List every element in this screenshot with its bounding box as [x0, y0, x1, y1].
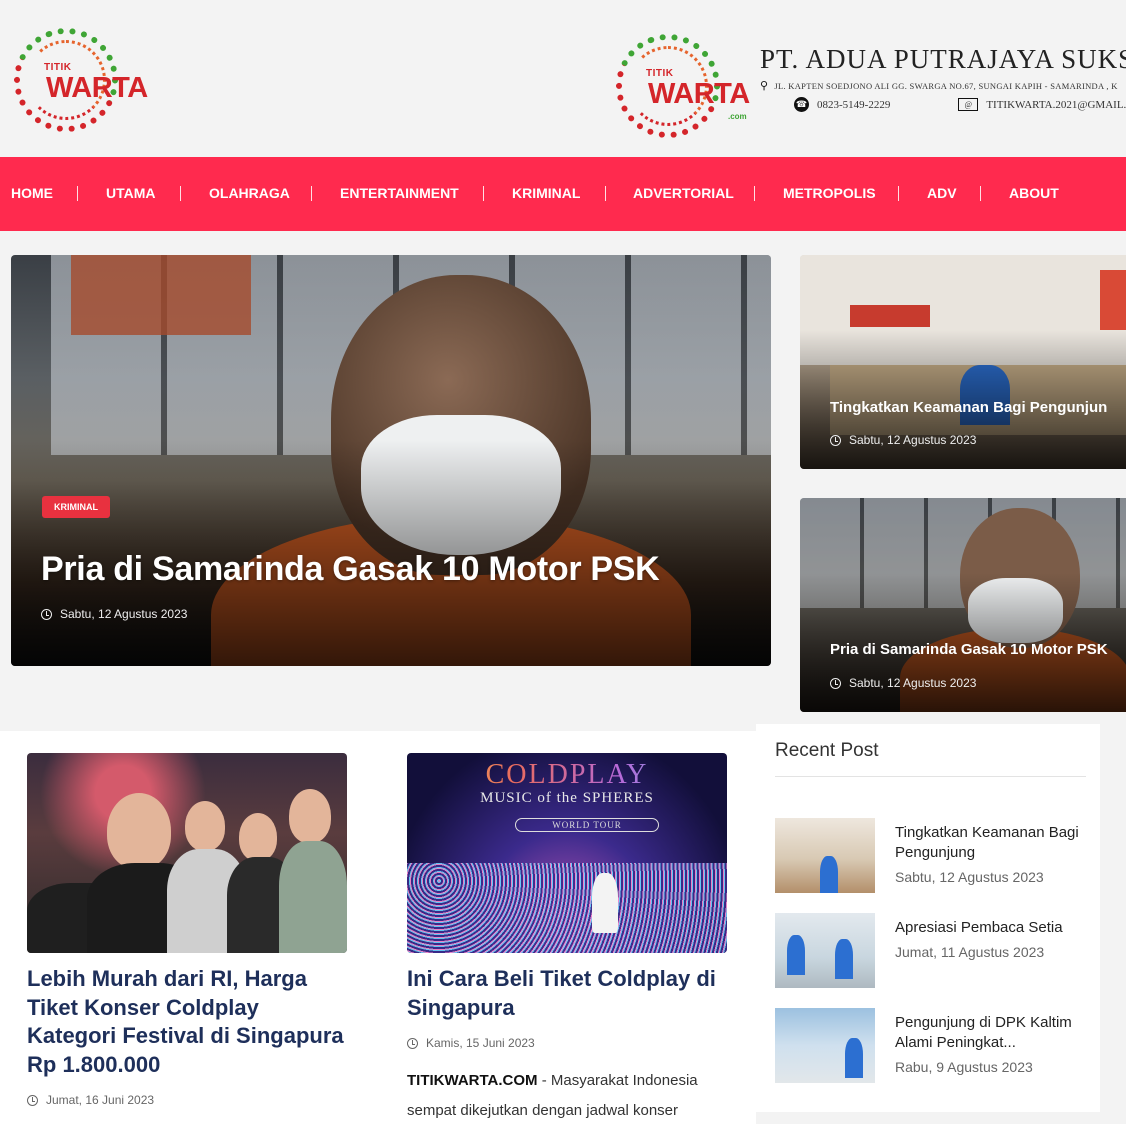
company-info: PT. ADUA PUTRAJAYA SUKSI ⚲ JL. KAPTEN SO… — [760, 44, 1126, 112]
recent-post-thumb-2-person — [787, 935, 805, 975]
nav-separator — [754, 186, 755, 201]
nav-separator — [311, 186, 312, 201]
recent-post-thumb-3[interactable] — [775, 1008, 875, 1083]
clock-icon — [830, 677, 841, 689]
featured-main-title[interactable]: Pria di Samarinda Gasak 10 Motor PSK — [41, 550, 660, 589]
page: TITIK WARTA TITIK WARTA .com PT. ADUA PU… — [0, 0, 1126, 1124]
category-badge[interactable]: KRIMINAL — [42, 496, 110, 518]
featured-side-date-row-2: Sabtu, 12 Agustus 2023 — [830, 676, 976, 690]
post-excerpt-2: TITIKWARTA.COM - Masyarakat Indonesia se… — [407, 1066, 727, 1124]
recent-post-date-1: Sabtu, 12 Agustus 2023 — [895, 869, 1044, 885]
nav-separator — [483, 186, 484, 201]
featured-side-card-2[interactable]: Pria di Samarinda Gasak 10 Motor PSK Sab… — [800, 498, 1126, 712]
company-email: TITIKWARTA.2021@GMAIL.COM — [986, 98, 1126, 111]
post-image-2-singer — [592, 873, 618, 933]
clock-icon — [407, 1037, 418, 1049]
email-icon: @ — [958, 98, 979, 111]
featured-side-date-2: Sabtu, 12 Agustus 2023 — [849, 676, 977, 690]
post-date-row-1: Jumat, 16 Juni 2023 — [27, 1093, 347, 1107]
banner-logo: TITIK WARTA .com — [601, 19, 756, 153]
nav-separator — [77, 186, 78, 201]
banner-logo-big-text: WARTA — [648, 78, 750, 110]
featured-main-date-row: Sabtu, 12 Agustus 2023 — [41, 607, 187, 621]
post-date-2: Kamis, 15 Juni 2023 — [426, 1036, 535, 1050]
nav-separator — [605, 186, 606, 201]
recent-post-divider — [775, 776, 1086, 777]
nav-adv[interactable]: ADV — [927, 185, 957, 201]
site-header: TITIK WARTA TITIK WARTA .com PT. ADUA PU… — [0, 0, 1126, 157]
post-image-1-face — [289, 789, 331, 843]
hero-image-overlay — [11, 255, 771, 666]
recent-post-date-2: Jumat, 11 Agustus 2023 — [895, 944, 1045, 960]
banner-logo-mark: TITIK WARTA .com — [601, 19, 756, 153]
nav-entertainment[interactable]: ENTERTAINMENT — [340, 185, 459, 201]
recent-post-date-3: Rabu, 9 Agustus 2023 — [895, 1059, 1033, 1075]
nav-separator — [980, 186, 981, 201]
logo-big-text: WARTA — [46, 72, 148, 104]
recent-post-thumb-3-person — [845, 1038, 863, 1078]
recent-post-title-1[interactable]: Tingkatkan Keamanan Bagi Pengunjung — [895, 823, 1095, 863]
post-image-1-shirt — [279, 841, 347, 953]
recent-post-item-3[interactable]: Pengunjung di DPK Kaltim Alami Peningkat… — [775, 1008, 1095, 1083]
company-contact-row: ☎ 0823-5149-2229 @ TITIKWARTA.2021@GMAIL… — [760, 97, 1126, 112]
nav-advertorial[interactable]: ADVERTORIAL — [633, 185, 734, 201]
company-address: JL. KAPTEN SOEDJONO ALI GG. SWARGA NO.67… — [774, 80, 1118, 91]
location-pin-icon: ⚲ — [760, 80, 769, 92]
nav-about[interactable]: ABOUT — [1009, 185, 1059, 201]
recent-post-thumb-2[interactable] — [775, 913, 875, 988]
recent-post-title-2[interactable]: Apresiasi Pembaca Setia — [895, 918, 1095, 938]
nav-utama[interactable]: UTAMA — [106, 185, 156, 201]
banner-logo-suffix: .com — [728, 112, 747, 121]
post-title-2[interactable]: Ini Cara Beli Tiket Coldplay di Singapur… — [407, 965, 727, 1022]
post-date-1: Jumat, 16 Juni 2023 — [46, 1093, 155, 1107]
clock-icon — [27, 1094, 38, 1106]
nav-metropolis[interactable]: METROPOLIS — [783, 185, 876, 201]
nav-home[interactable]: HOME — [11, 185, 53, 201]
recent-post-sidebar: Recent Post Tingkatkan Keamanan Bagi Pen… — [756, 724, 1100, 1112]
recent-post-thumb-2-person — [835, 939, 853, 979]
post-card-2: COLDPLAY MUSIC of the SPHERES WORLD TOUR… — [407, 753, 727, 1124]
featured-side-title-1[interactable]: Tingkatkan Keamanan Bagi Pengunjun — [830, 399, 1107, 416]
main-nav: HOME UTAMA OLAHRAGA ENTERTAINMENT KRIMIN… — [0, 157, 1126, 231]
site-logo[interactable]: TITIK WARTA — [0, 13, 164, 147]
company-phone: 0823-5149-2229 — [817, 98, 891, 111]
recent-post-item-2[interactable]: Apresiasi Pembaca Setia Jumat, 11 Agustu… — [775, 913, 1095, 988]
clock-icon — [830, 434, 841, 446]
phone-icon: ☎ — [794, 97, 809, 112]
featured-main-date: Sabtu, 12 Agustus 2023 — [60, 607, 188, 621]
post-image-1-face — [107, 793, 171, 869]
nav-separator — [898, 186, 899, 201]
featured-main-card[interactable]: KRIMINAL Pria di Samarinda Gasak 10 Moto… — [11, 255, 771, 666]
recent-post-thumb-1[interactable] — [775, 818, 875, 893]
post-image-1-face — [185, 801, 225, 851]
post-image-2[interactable]: COLDPLAY MUSIC of the SPHERES WORLD TOUR — [407, 753, 727, 953]
post-image-1-face — [239, 813, 277, 861]
post-image-2-subtitle: MUSIC of the SPHERES — [480, 790, 654, 806]
featured-side-date-row-1: Sabtu, 12 Agustus 2023 — [830, 433, 976, 447]
company-address-row: ⚲ JL. KAPTEN SOEDJONO ALI GG. SWARGA NO.… — [760, 79, 1126, 92]
post-image-1[interactable] — [27, 753, 347, 953]
featured-side-date-1: Sabtu, 12 Agustus 2023 — [849, 433, 977, 447]
post-image-2-crowd — [407, 863, 727, 953]
nav-kriminal[interactable]: KRIMINAL — [512, 185, 580, 201]
featured-side-card-1[interactable]: Tingkatkan Keamanan Bagi Pengunjun Sabtu… — [800, 255, 1126, 469]
nav-separator — [180, 186, 181, 201]
featured-side-title-2[interactable]: Pria di Samarinda Gasak 10 Motor PSK — [830, 641, 1108, 658]
post-excerpt-source: TITIKWARTA.COM — [407, 1072, 538, 1089]
nav-olahraga[interactable]: OLAHRAGA — [209, 185, 290, 201]
post-image-2-band: COLDPLAY — [407, 759, 727, 791]
post-date-row-2: Kamis, 15 Juni 2023 — [407, 1036, 727, 1050]
recent-post-thumb-1-person — [820, 856, 838, 893]
company-name: PT. ADUA PUTRAJAYA SUKSI — [760, 44, 1126, 74]
clock-icon — [41, 608, 52, 620]
logo-mark: TITIK WARTA — [0, 13, 164, 147]
post-title-1[interactable]: Lebih Murah dari RI, Harga Tiket Konser … — [27, 965, 347, 1079]
post-card-1: Lebih Murah dari RI, Harga Tiket Konser … — [27, 753, 347, 1107]
recent-post-item-1[interactable]: Tingkatkan Keamanan Bagi Pengunjung Sabt… — [775, 818, 1095, 893]
recent-post-title-3[interactable]: Pengunjung di DPK Kaltim Alami Peningkat… — [895, 1013, 1095, 1053]
recent-post-heading: Recent Post — [775, 740, 879, 761]
post-image-2-tour: WORLD TOUR — [515, 818, 659, 832]
